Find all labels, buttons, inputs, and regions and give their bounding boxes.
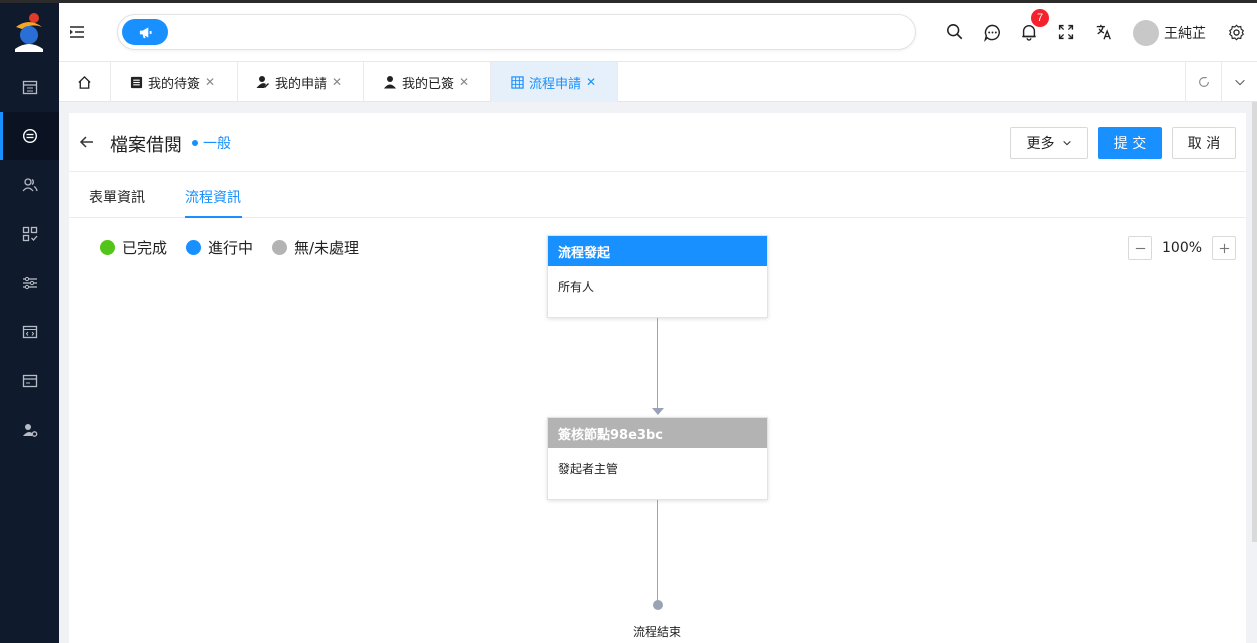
tab-home[interactable] [59,62,111,102]
gear-icon[interactable] [1226,22,1246,42]
tab-todo[interactable]: 我的待簽 ✕ [111,62,238,102]
node-assignee: 發起者主管 [558,462,619,476]
zoom-in-button[interactable] [1212,236,1236,260]
main-card: 檔案借閱 一般 更多 提 交 取 消 表單資訊 流程資訊 已完成 進行中 無/未… [69,113,1246,643]
flow-end-dot [653,600,663,610]
home-icon [78,75,91,89]
more-label: 更多 [1026,136,1055,152]
page-tabs: 我的待簽 ✕ 我的申請 ✕ 我的已簽 ✕ 流程申請 ✕ [59,62,1257,102]
scrollbar-thumb[interactable] [1252,102,1257,542]
avatar[interactable] [1133,20,1159,46]
tab-label: 我的申請 [275,76,328,92]
card-icon [22,374,37,388]
table-icon [510,75,524,89]
zoom-out-button[interactable] [1128,236,1152,260]
active-tab-indicator [185,216,242,218]
close-icon[interactable]: ✕ [205,75,215,89]
sidebar-item-card[interactable] [0,357,59,405]
level-dot [192,140,198,146]
sidebar-item-apps[interactable] [0,210,59,258]
page-title: 檔案借閱 [110,135,182,156]
tab-label: 我的待簽 [148,76,201,92]
chevron-down-icon[interactable] [1221,62,1257,102]
apps-icon [22,226,37,242]
legend-label: 進行中 [208,239,254,257]
menu-fold-icon[interactable] [68,23,86,41]
chat-icon[interactable] [982,22,1002,42]
tab-flow-application[interactable]: 流程申請 ✕ [491,62,618,102]
user-edit-icon [256,75,270,89]
announcement-button[interactable] [122,19,168,45]
legend-in-progress: 進行中 [186,237,253,258]
more-button[interactable]: 更多 [1010,127,1088,159]
sidebar [0,0,59,643]
refresh-icon[interactable] [1185,62,1221,102]
search-icon[interactable] [945,22,965,42]
sidebar-item-users[interactable] [0,161,59,209]
legend-completed: 已完成 [100,237,167,258]
window-top-border [0,0,1257,3]
translate-icon[interactable] [1094,22,1114,42]
sidebar-item-flow[interactable] [0,112,59,160]
flow-icon [22,128,37,144]
node-title: 簽核節點98e3bc [548,418,767,448]
plus-icon [1219,243,1229,253]
zoom-level: 100% [1162,240,1203,256]
legend-label: 無/未處理 [294,239,360,257]
flow-connector [657,318,658,410]
fullscreen-icon[interactable] [1056,22,1076,42]
user-icon [383,75,397,89]
tab-my-applications[interactable]: 我的申請 ✕ [238,62,364,102]
tab-form-info[interactable]: 表單資訊 [89,187,145,207]
flow-node-approval[interactable]: 簽核節點98e3bc 發起者主管 [547,417,768,500]
announcement-bar[interactable] [117,14,916,50]
tab-flow-info[interactable]: 流程資訊 [185,187,241,207]
username[interactable]: 王純芷 [1164,23,1206,43]
calendar-icon [22,80,37,95]
priority-level: 一般 [203,136,231,152]
close-icon[interactable]: ✕ [586,75,596,89]
sidebar-item-list-settings[interactable] [0,259,59,307]
close-icon[interactable]: ✕ [459,75,469,89]
tab-label: 我的已簽 [402,76,455,92]
code-window-icon [22,325,37,339]
flow-connector [657,500,658,602]
chevron-down-icon [1062,140,1071,146]
legend-none: 無/未處理 [272,237,359,258]
todo-icon [129,75,143,89]
gray-dot [272,240,287,255]
flow-end-label: 流程結束 [633,625,682,639]
app-logo[interactable] [12,11,46,53]
megaphone-icon [139,26,152,38]
users-icon [22,178,38,192]
submit-button[interactable]: 提 交 [1098,127,1162,159]
list-settings-icon [22,276,37,290]
back-arrow-icon[interactable] [79,134,95,150]
top-header: 7 王純芷 [59,3,1257,62]
cancel-button[interactable]: 取 消 [1172,127,1236,159]
content-tabs: 表單資訊 流程資訊 [69,171,1246,218]
tab-label: 流程申請 [529,76,582,92]
close-icon[interactable]: ✕ [332,75,342,89]
blue-dot [186,240,201,255]
node-assignee: 所有人 [558,280,595,294]
legend-label: 已完成 [122,239,168,257]
sidebar-item-user-gear[interactable] [0,406,59,454]
flow-node-start[interactable]: 流程發起 所有人 [547,235,768,318]
user-gear-icon [22,424,37,437]
node-title: 流程發起 [548,236,767,266]
arrow-down-icon [652,408,664,415]
sidebar-item-calendar[interactable] [0,63,59,111]
notification-badge: 7 [1031,9,1049,27]
sidebar-item-code-window[interactable] [0,308,59,356]
green-dot [100,240,115,255]
tab-signed[interactable]: 我的已簽 ✕ [364,62,491,102]
minus-icon [1135,247,1145,249]
